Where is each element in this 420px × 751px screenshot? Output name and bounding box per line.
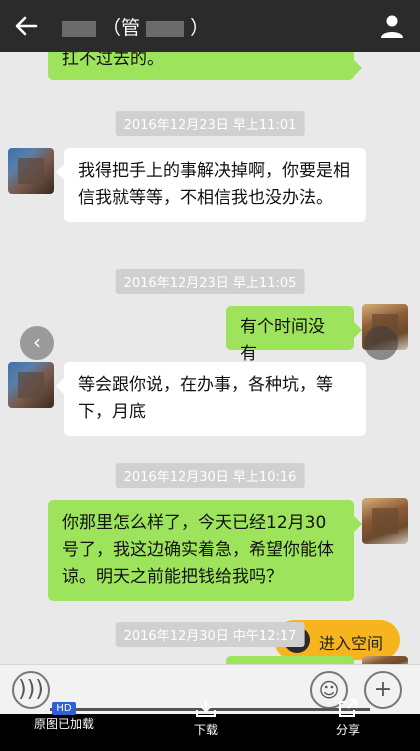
- share-button[interactable]: 分享: [336, 698, 360, 738]
- back-arrow-icon[interactable]: [12, 12, 40, 40]
- chat-header: （管 ）: [0, 0, 420, 52]
- title-mid: （管: [102, 17, 141, 39]
- share-icon: [339, 699, 357, 717]
- overlay-button[interactable]: [364, 326, 398, 360]
- avatar[interactable]: [362, 656, 408, 664]
- user-icon[interactable]: [378, 12, 406, 40]
- chat-area[interactable]: 扛不过去的。 2016年12月23日 早上11:01 我得把手上的事解决掉啊，你…: [0, 52, 420, 664]
- share-label: 分享: [336, 723, 361, 737]
- timestamp: 2016年12月23日 早上11:05: [115, 269, 305, 294]
- image-viewer-bar: HD 原图已加载 下载 分享: [0, 699, 420, 751]
- download-icon: [196, 700, 216, 717]
- message-text: 我得把手上的事解决掉啊，你要是相信我就等等，不相信我也没办法。: [78, 161, 350, 208]
- timestamp: 2016年12月30日 早上10:16: [115, 463, 305, 488]
- enter-space-label: 进入空间: [319, 634, 384, 653]
- message-bubble-right[interactable]: 你那里怎么样了，今天已经12月30号了，我这边确实着急，希望你能体谅。明天之前能…: [48, 500, 362, 601]
- download-label: 下载: [194, 723, 219, 737]
- message-bubble-left[interactable]: 等会跟你说，在办事，各种坑，等下，月底: [56, 362, 366, 436]
- timestamp: 2016年12月30日 中午12:17: [115, 622, 305, 647]
- original-loaded[interactable]: HD 原图已加载: [34, 700, 94, 732]
- title-suffix: ）: [190, 17, 210, 39]
- redacted-name: [62, 20, 96, 37]
- timestamp: 2016年12月23日 早上11:01: [115, 111, 305, 136]
- message-text: 等会跟你说，在办事，各种坑，等下，月底: [78, 375, 333, 422]
- hd-badge: HD: [52, 702, 76, 715]
- message-bubble-right[interactable]: 扛不过去的。: [48, 52, 362, 80]
- avatar[interactable]: [8, 148, 54, 194]
- message-text: 扛不过去的。: [62, 52, 164, 69]
- download-button[interactable]: 下载: [194, 698, 218, 738]
- plus-icon[interactable]: +: [364, 671, 402, 709]
- redacted-name: [146, 20, 185, 37]
- message-text: 你那里怎么样了，今天已经12月30号了，我这边确实着急，希望你能体谅。明天之前能…: [62, 513, 334, 587]
- message-text: 有个时间没有: [240, 317, 325, 364]
- message-bubble-left[interactable]: 我得把手上的事解决掉啊，你要是相信我就等等，不相信我也没办法。: [56, 148, 366, 222]
- original-label: 原图已加载: [34, 717, 95, 731]
- message-bubble-right[interactable]: 有个时间没有: [226, 306, 362, 364]
- avatar[interactable]: [362, 498, 408, 544]
- avatar[interactable]: [8, 362, 54, 408]
- chevron-left-icon[interactable]: ‹: [20, 326, 54, 360]
- message-bubble-right[interactable]: [226, 656, 354, 664]
- chat-title: （管 ）: [62, 13, 362, 40]
